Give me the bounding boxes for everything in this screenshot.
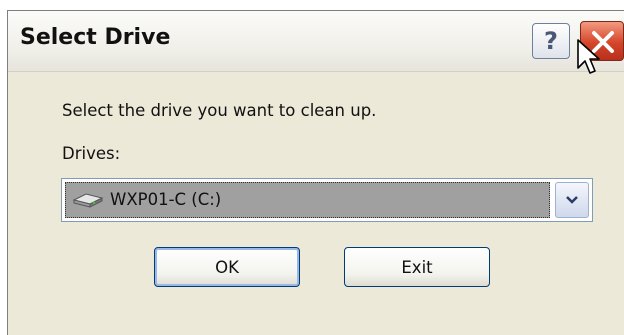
exit-button[interactable]: Exit: [344, 247, 490, 287]
drive-select-text: WXP01-C (C:): [110, 190, 222, 209]
drive-select[interactable]: WXP01-C (C:): [61, 178, 593, 222]
help-button[interactable]: ?: [532, 23, 570, 59]
drives-label: Drives:: [62, 144, 121, 163]
window-title: Select Drive: [20, 25, 171, 50]
title-bar[interactable]: Select Drive ?: [8, 11, 624, 72]
chevron-down-icon: [566, 196, 578, 204]
drive-select-value[interactable]: WXP01-C (C:): [65, 182, 550, 218]
mouse-cursor-icon: [577, 39, 600, 74]
dropdown-arrow-button[interactable]: [555, 182, 589, 218]
ok-button[interactable]: OK: [154, 247, 300, 287]
prompt-text: Select the drive you want to clean up.: [62, 101, 377, 120]
select-drive-dialog: Select Drive ? Select the drive you want…: [7, 10, 624, 335]
hard-drive-icon: [72, 191, 104, 213]
